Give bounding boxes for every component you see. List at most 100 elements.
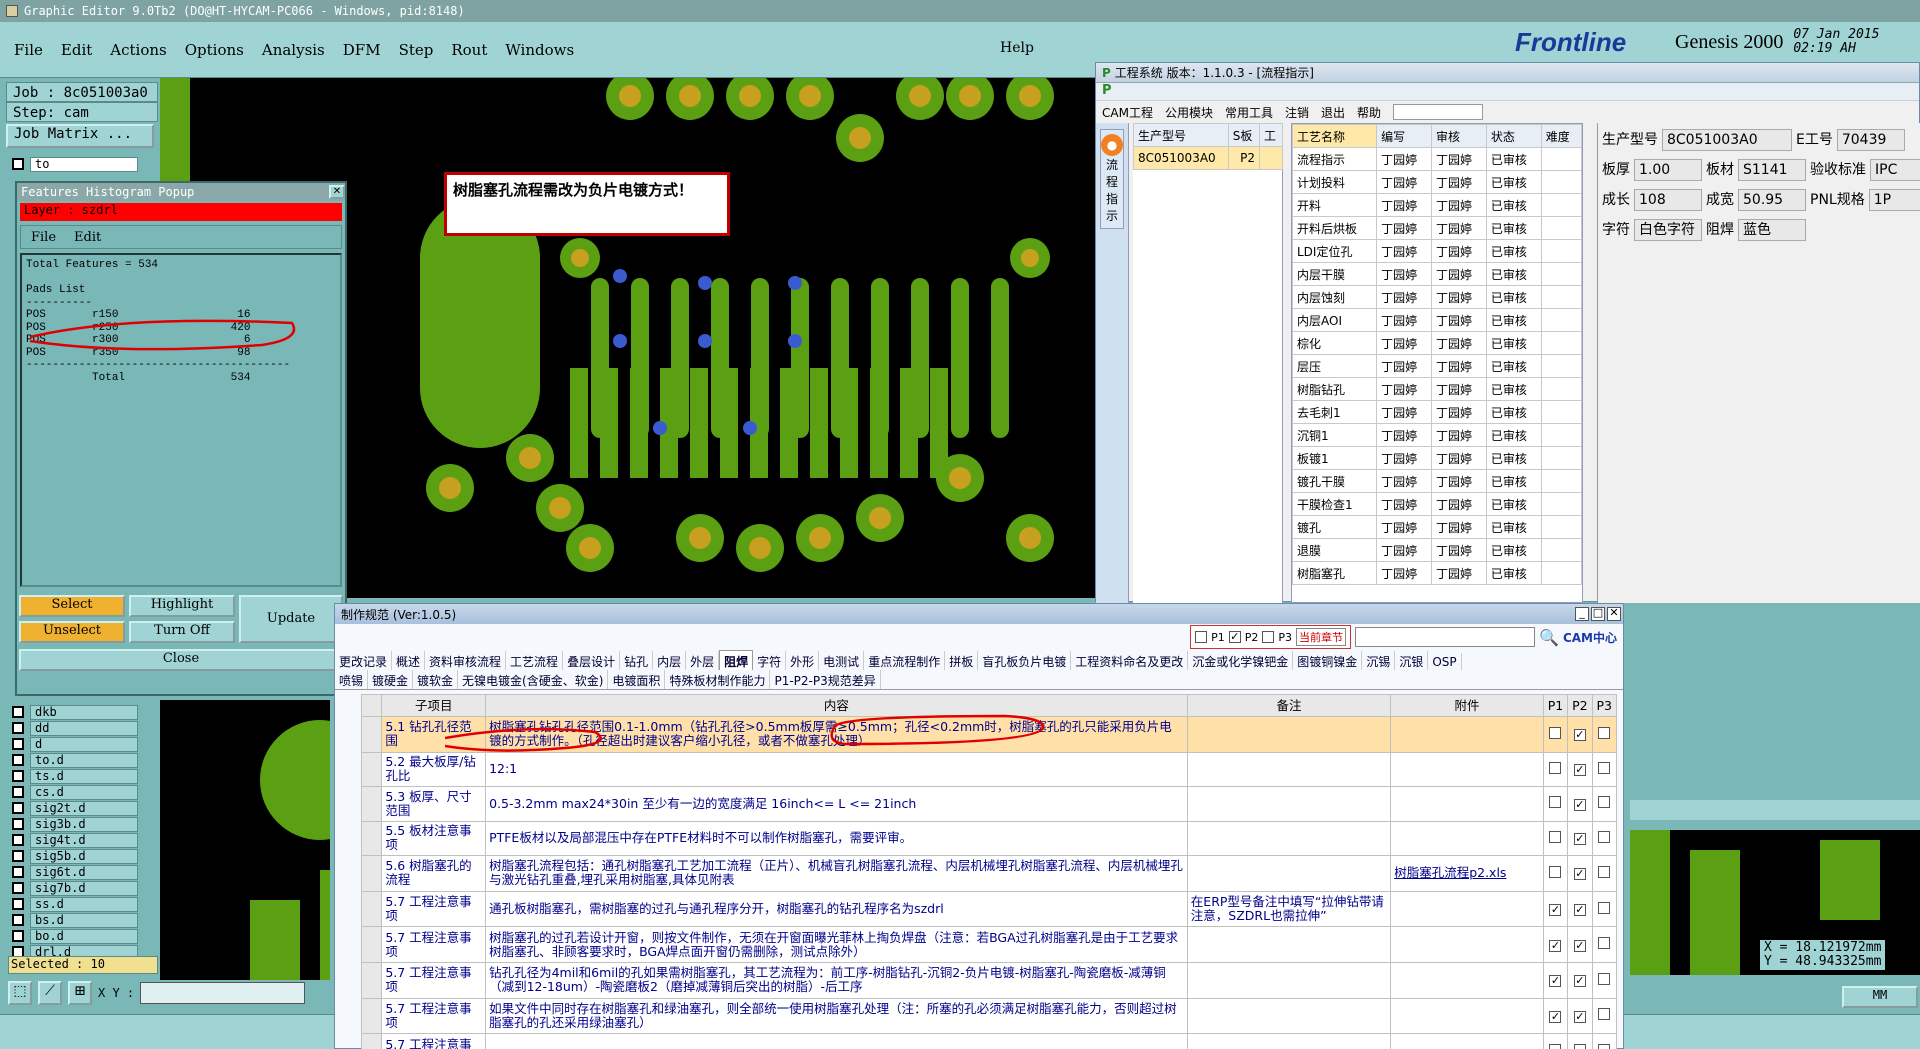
layer-checkbox[interactable] xyxy=(12,850,24,862)
spec-tab[interactable]: 图镀铜镍金 xyxy=(1293,651,1363,670)
spec-row[interactable]: 5.7 工程注意事项 树脂塞孔的过孔若设计开窗，则按文件制作，无须在开窗面曝光菲林… xyxy=(360,926,1618,964)
p2-checkbox[interactable]: ✓ xyxy=(1573,1010,1586,1023)
spec-tab[interactable]: 电测试 xyxy=(819,651,865,670)
process-row[interactable]: 干膜检查1 丁园婷 丁园婷 已审核 xyxy=(1291,492,1583,516)
layer-checkbox[interactable] xyxy=(12,882,24,894)
info-field[interactable]: 1.00 xyxy=(1634,159,1702,181)
info-field[interactable]: 蓝色 xyxy=(1738,219,1806,241)
job-row[interactable]: 8C051003A0 P2 xyxy=(1133,146,1283,170)
select-button[interactable]: Select xyxy=(19,595,125,617)
update-button[interactable]: Update xyxy=(239,595,343,643)
layer-row[interactable]: dkb xyxy=(0,704,160,720)
chapter-select[interactable]: 当前章节 xyxy=(1296,628,1347,646)
layer-row[interactable]: dd xyxy=(0,720,160,736)
job-col-header[interactable]: S板 xyxy=(1227,123,1261,147)
p2-checkbox[interactable]: ✓ xyxy=(1573,729,1586,742)
menu-rout[interactable]: Rout xyxy=(451,41,487,59)
spec-attachment-link[interactable]: 树脂塞孔流程p2.xls xyxy=(1390,855,1544,892)
p2-checkbox[interactable]: ✓ xyxy=(1573,939,1586,952)
proc-col-header[interactable]: 编写 xyxy=(1376,124,1432,148)
proc-menu-item[interactable]: 常用工具 xyxy=(1225,104,1273,121)
job-matrix-button[interactable]: Job Matrix ... xyxy=(6,124,154,148)
proc-menu-item[interactable]: 退出 xyxy=(1321,104,1345,121)
layer-checkbox[interactable] xyxy=(12,754,24,766)
p1-checkbox[interactable] xyxy=(1549,830,1562,843)
spec-tab[interactable]: 盲孔板负片电镀 xyxy=(978,651,1072,670)
p3-checkbox[interactable] xyxy=(1598,972,1611,985)
p1-checkbox[interactable] xyxy=(1549,726,1562,739)
p2-checkbox[interactable]: ✓ xyxy=(1573,798,1586,811)
p2-checkbox[interactable] xyxy=(1573,1044,1586,1049)
layer-checkbox[interactable] xyxy=(12,914,24,926)
menu-step[interactable]: Step xyxy=(399,41,434,59)
process-row[interactable]: 退膜 丁园婷 丁园婷 已审核 xyxy=(1291,538,1583,562)
highlight-button[interactable]: Highlight xyxy=(129,595,235,617)
menu-options[interactable]: Options xyxy=(185,41,244,59)
p2-checkbox[interactable]: ✓ xyxy=(1573,833,1586,846)
spec-tab[interactable]: 更改记录 xyxy=(335,651,393,670)
layer-row[interactable]: sig6t.d xyxy=(0,864,160,880)
layer-row[interactable]: sig4t.d xyxy=(0,832,160,848)
spec-tab[interactable]: 阻焊 xyxy=(719,650,754,670)
info-field[interactable]: IPC xyxy=(1870,159,1920,181)
spec-tab[interactable]: 沉银 xyxy=(1395,651,1429,670)
spec-row[interactable]: 5.7 工程注意事项 如果文件中同时存在树脂塞孔和绿油塞孔，则全部统一使用树脂塞孔… xyxy=(360,997,1618,1035)
p3-checkbox[interactable] xyxy=(1598,937,1611,950)
close-icon[interactable]: ✕ xyxy=(329,185,345,199)
menu-dfm[interactable]: DFM xyxy=(343,41,381,59)
layer-row[interactable]: cs.d xyxy=(0,784,160,800)
spec-col-header[interactable]: P2 xyxy=(1567,694,1593,717)
layer-row-to[interactable]: to xyxy=(0,156,160,172)
spec-tab[interactable]: 镀软金 xyxy=(413,670,459,689)
p3-checkbox[interactable] xyxy=(1598,726,1611,739)
proc-menu-item[interactable]: 注销 xyxy=(1285,104,1309,121)
p1-checkbox[interactable] xyxy=(1549,1044,1562,1049)
info-field[interactable]: 70439 xyxy=(1836,129,1905,151)
unit-selector[interactable]: MM xyxy=(1842,986,1918,1008)
spec-tab[interactable]: 无镍电镀金(含硬金、软金) xyxy=(458,670,609,689)
close-icon[interactable]: ✕ xyxy=(1607,607,1621,621)
spec-tab[interactable]: 概述 xyxy=(392,651,426,670)
layer-row[interactable]: sig3b.d xyxy=(0,816,160,832)
spec-col-header[interactable]: P3 xyxy=(1591,694,1618,717)
p3-checkbox[interactable] xyxy=(1598,796,1611,809)
p3-checkbox[interactable] xyxy=(1598,901,1611,914)
layer-row[interactable]: to.d xyxy=(0,752,160,768)
layer-row[interactable]: sig5b.d xyxy=(0,848,160,864)
pointer-tool-icon[interactable]: ⬚ xyxy=(8,981,32,1005)
p2-filter-checkbox[interactable]: ✓ xyxy=(1228,631,1241,643)
process-row[interactable]: 沉铜1 丁园婷 丁园婷 已审核 xyxy=(1291,423,1583,447)
layer-checkbox[interactable] xyxy=(12,898,24,910)
spec-tab[interactable]: 外形 xyxy=(786,651,820,670)
process-row[interactable]: 层压 丁园婷 丁园婷 已审核 xyxy=(1291,354,1583,378)
p1-checkbox[interactable] xyxy=(1549,761,1562,774)
layer-checkbox[interactable] xyxy=(12,834,24,846)
layer-row[interactable]: d xyxy=(0,736,160,752)
flow-indicator-button[interactable]: ● 流程指示 xyxy=(1100,129,1124,229)
search-icon[interactable]: 🔍 xyxy=(1539,628,1559,647)
info-field[interactable]: 108 xyxy=(1634,189,1702,211)
layer-checkbox[interactable] xyxy=(12,738,24,750)
spec-row[interactable]: 5.7 工程注意事项 通孔板树脂塞孔，需树脂塞的过孔与通孔程序分开，树脂塞孔的钻孔… xyxy=(360,890,1618,928)
p1-checkbox[interactable]: ✓ xyxy=(1549,904,1562,917)
spec-tab[interactable]: 外层 xyxy=(686,651,720,670)
turn-off-button[interactable]: Turn Off xyxy=(129,621,235,643)
spec-tab[interactable]: 沉金或化学镍钯金 xyxy=(1188,651,1294,670)
spec-tab[interactable]: 沉锡 xyxy=(1362,651,1396,670)
process-row[interactable]: 去毛刺1 丁园婷 丁园婷 已审核 xyxy=(1291,400,1583,424)
p1-checkbox[interactable]: ✓ xyxy=(1549,939,1562,952)
p3-checkbox[interactable] xyxy=(1598,761,1611,774)
spec-tab[interactable]: 钻孔 xyxy=(620,651,654,670)
process-row[interactable]: 计划投料 丁园婷 丁园婷 已审核 xyxy=(1291,170,1583,194)
spec-tab[interactable]: 叠层设计 xyxy=(563,651,621,670)
info-field[interactable]: 1P xyxy=(1868,189,1920,211)
layer-checkbox[interactable] xyxy=(12,722,24,734)
spec-tab[interactable]: 内层 xyxy=(653,651,687,670)
p3-filter-checkbox[interactable] xyxy=(1262,631,1275,643)
close-button[interactable]: Close xyxy=(19,649,343,671)
p2-checkbox[interactable]: ✓ xyxy=(1573,868,1586,881)
p1-checkbox[interactable]: ✓ xyxy=(1549,1010,1562,1023)
pcb-canvas-lower[interactable] xyxy=(160,700,330,980)
measure-tool-icon[interactable]: ⟋ xyxy=(38,981,62,1005)
info-field[interactable]: S1141 xyxy=(1738,159,1806,181)
